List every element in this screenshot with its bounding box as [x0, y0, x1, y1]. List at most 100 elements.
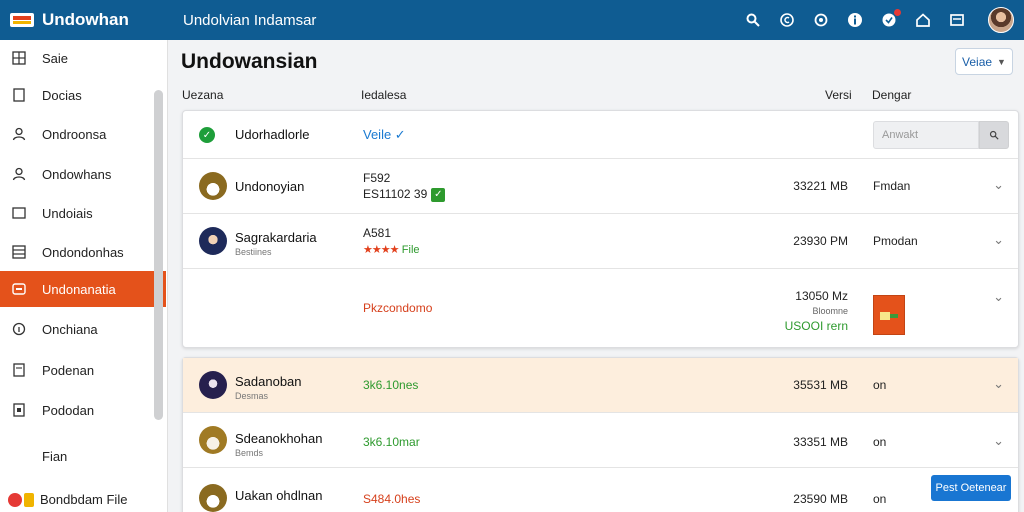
sidebar-item-ondowhans[interactable]: Ondowhans	[0, 156, 166, 192]
home-icon[interactable]	[912, 9, 934, 31]
row-thumbnail	[199, 484, 227, 512]
sidebar-item-fian[interactable]: Fian	[0, 438, 166, 474]
chevron-down-icon[interactable]: ⌄	[993, 177, 1004, 193]
sidebar-item-label: Pododan	[42, 402, 95, 418]
table-row[interactable]: Sagrakardaria Bestiines A581 ★★★★ File 2…	[183, 214, 1018, 269]
page-title: Undowansian	[181, 50, 318, 73]
chevron-down-icon[interactable]: ⌄	[993, 289, 1004, 305]
row-name: Sdeanokhohan	[235, 431, 323, 446]
row-thumbnail	[199, 227, 227, 255]
check-circle-icon: ✓	[199, 127, 215, 143]
chevron-down-icon[interactable]: ⌄	[993, 433, 1004, 449]
table-row[interactable]: Sdeanokhohan Bemds 3k6.10mar 33351 MB on…	[183, 413, 1018, 468]
copyright-icon[interactable]	[776, 9, 798, 31]
table-row[interactable]: Sadanoban Desmas 3k6.10nes 35531 MB on ⌄	[183, 358, 1018, 413]
table-row[interactable]: ✓ Udorhadlorle Veile ✓ Anwakt	[183, 111, 1018, 159]
sidebar-item-podoban[interactable]: Pododan	[0, 392, 166, 428]
sidebar-item-saie[interactable]: Saie	[0, 40, 166, 76]
grid-icon	[12, 51, 26, 65]
row-size: 23930 PM	[793, 234, 848, 248]
column-header-status[interactable]: Iedalesa	[361, 88, 406, 102]
star-rating-icon: ★★★★	[363, 244, 399, 256]
row-thumbnail	[199, 426, 227, 454]
user-avatar[interactable]	[988, 7, 1014, 33]
row-size: 33221 MB	[793, 179, 848, 193]
sidebar-item-label: Ondroonsa	[42, 126, 107, 142]
table-row[interactable]: Uakan ohdlnan S484.0hes 23590 MB on	[183, 468, 1018, 512]
brand-logo-icon	[10, 11, 34, 29]
sidebar-item-label: Ondondonhas	[42, 244, 124, 260]
topbar-title: Undolvian Indamsar	[183, 11, 317, 29]
sidebar-item-podenan[interactable]: Podenan	[0, 352, 166, 388]
sidebar: Saie Docias Ondroonsa Ondowhans Undoiais…	[0, 40, 168, 512]
chevron-down-icon[interactable]: ⌄	[993, 376, 1004, 392]
row-status-line1: F592	[363, 171, 391, 185]
table-row[interactable]: Undonoyian F592 ES11102 39 ✓ 33221 MB Fmd…	[183, 159, 1018, 214]
brand[interactable]: Undowhan	[0, 10, 170, 30]
info-icon[interactable]	[844, 9, 866, 31]
sidebar-item-label: Saie	[42, 50, 69, 66]
record-icon	[8, 492, 22, 507]
row-size: 23590 MB	[793, 492, 848, 506]
sidebar-item-docias[interactable]: Docias	[0, 77, 166, 113]
sidebar-item-onchiana[interactable]: Onchiana	[0, 311, 166, 347]
top-icons	[730, 0, 1024, 40]
sidebar-item-label: Undoiais	[42, 205, 93, 221]
row-subtitle: Bestiines	[235, 247, 272, 257]
row-status: S484.0hes	[363, 492, 421, 506]
column-header-name[interactable]: Uezana	[182, 88, 223, 102]
row-dept: on	[873, 492, 887, 506]
document-icon	[12, 206, 26, 220]
message-icon[interactable]	[946, 9, 968, 31]
row-status: Veile ✓	[363, 127, 406, 142]
top-bar: Undowhan Undolvian Indamsar	[0, 0, 1024, 40]
column-header-dept[interactable]: Dengar	[872, 88, 911, 102]
table-row[interactable]: Pkzcondomo 13050 Mz Bloomne USOOI rern ⌄	[183, 269, 1018, 347]
row-rating: ★★★★ File	[363, 244, 420, 256]
row-size-note: USOOI rern	[784, 319, 848, 333]
checkbox-checked-icon[interactable]: ✓	[431, 187, 446, 202]
sidebar-item-label: Podenan	[42, 362, 95, 378]
search-button[interactable]	[979, 121, 1009, 149]
primary-action-button[interactable]: Pest Oetenear	[931, 475, 1011, 501]
row-name: Sadanoban	[235, 374, 302, 389]
row-status: 3k6.10mar	[363, 435, 420, 449]
row-status-line2: ES11102 39 ✓	[363, 187, 446, 202]
row-size: 35531 MB	[793, 378, 848, 392]
row-thumbnail	[199, 371, 227, 399]
column-header-size[interactable]: Versi	[825, 88, 852, 102]
row-size: 13050 Mz	[795, 289, 848, 303]
folder-icon	[12, 282, 26, 296]
row-size: 33351 MB	[793, 435, 848, 449]
sidebar-item-undoiais[interactable]: Undoiais	[0, 195, 166, 231]
row-status: Pkzcondomo	[363, 301, 433, 315]
settings-icon[interactable]	[810, 9, 832, 31]
search-icon[interactable]	[742, 9, 764, 31]
chevron-down-icon: ▼	[997, 56, 1006, 67]
user-icon	[12, 127, 26, 141]
sidebar-item-ondroonsa[interactable]: Ondroonsa	[0, 116, 166, 152]
version-select[interactable]: Veiae ▼	[955, 48, 1013, 75]
sidebar-item-ondondonhas[interactable]: Ondondonhas	[0, 234, 166, 270]
list-icon	[12, 245, 26, 259]
sidebar-footer[interactable]: Bondbdam File	[8, 492, 127, 507]
row-dept: Fmdan	[873, 179, 911, 193]
file-preview-icon[interactable]	[873, 295, 905, 335]
user-icon	[12, 167, 26, 181]
chevron-down-icon[interactable]: ⌄	[993, 232, 1004, 248]
info-icon	[12, 322, 26, 336]
file-list-card: ✓ Udorhadlorle Veile ✓ Anwakt Undonoyian…	[182, 110, 1019, 348]
row-name: Udorhadlorle	[235, 127, 310, 142]
sidebar-scrollbar[interactable]	[154, 90, 163, 420]
row-dept: on	[873, 378, 887, 392]
row-name: Sagrakardaria	[235, 230, 317, 245]
sidebar-item-undonanatia[interactable]: Undonanatia	[0, 271, 166, 307]
search-input[interactable]: Anwakt	[873, 121, 979, 149]
row-status-line1: A581	[363, 226, 392, 240]
document-icon	[12, 363, 26, 377]
notification-badge	[894, 9, 901, 16]
image-icon	[12, 403, 26, 417]
row-size-sub: Bloomne	[812, 306, 848, 316]
row-thumbnail	[199, 172, 227, 200]
notification-icon[interactable]	[878, 9, 901, 31]
